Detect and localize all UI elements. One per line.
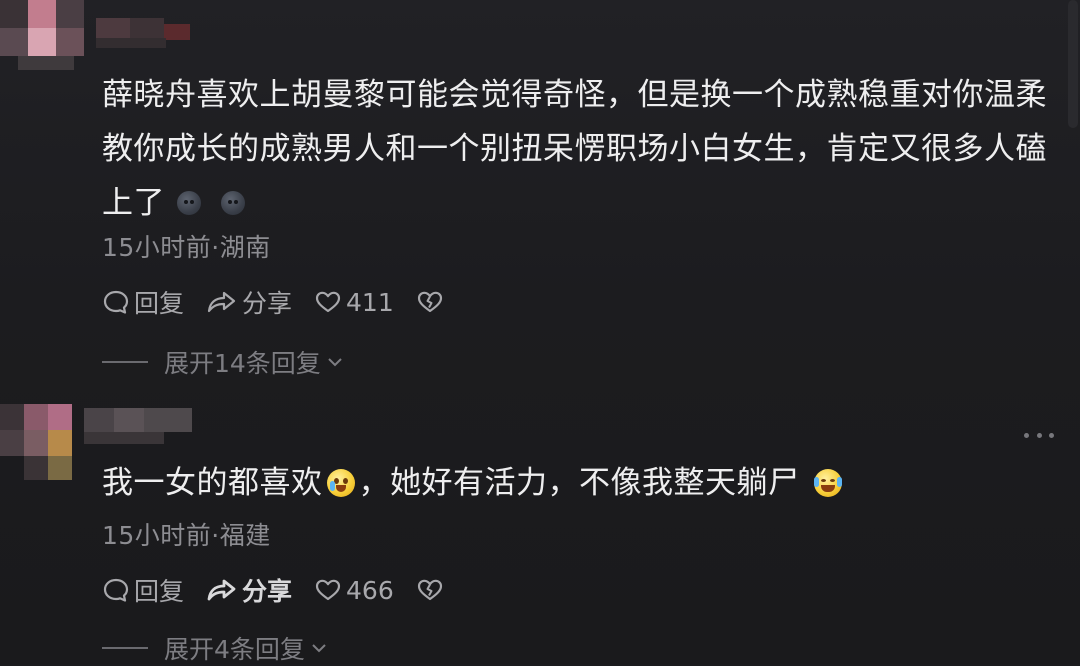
- share-icon: [207, 291, 236, 313]
- broken-heart-icon: [417, 291, 442, 313]
- reply-button[interactable]: 回复: [102, 572, 184, 608]
- share-button[interactable]: 分享: [206, 572, 292, 608]
- comment-body: 我一女的都喜欢: [102, 465, 323, 501]
- chevron-down-icon: [328, 358, 342, 367]
- broken-heart-icon: [417, 579, 442, 601]
- reply-label: 回复: [134, 289, 185, 318]
- divider: [102, 647, 148, 649]
- laughing-crying-emoji-icon: [813, 469, 842, 497]
- avatar[interactable]: [0, 0, 190, 70]
- expand-replies-button[interactable]: 展开4条回复: [102, 630, 329, 666]
- comment-meta: 15小时前·福建: [102, 521, 271, 550]
- comment-text: 薛晓舟喜欢上胡曼黎可能会觉得奇怪，但是换一个成熟稳重对你温柔教你成长的成熟男人和…: [102, 68, 1052, 230]
- dark-face-emoji-icon: [177, 191, 201, 215]
- share-label: 分享: [242, 289, 293, 318]
- dislike-button[interactable]: [416, 576, 448, 604]
- heart-icon: [315, 579, 341, 601]
- reply-icon: [103, 578, 129, 602]
- reply-label: 回复: [134, 577, 185, 606]
- comment-body-continued: ，她好有活力，不像我整天躺尸: [358, 465, 800, 501]
- comment-actions: 回复 分享 466: [102, 572, 470, 608]
- expand-replies-label: 展开14条回复: [164, 349, 321, 378]
- comment-meta: 15小时前·湖南: [102, 233, 271, 262]
- comment-item: 薛晓舟喜欢上胡曼黎可能会觉得奇怪，但是换一个成熟稳重对你温柔教你成长的成熟男人和…: [0, 0, 1080, 380]
- expand-replies-button[interactable]: 展开14条回复: [102, 344, 345, 380]
- more-options-icon[interactable]: [1024, 428, 1054, 442]
- comment-text: 我一女的都喜欢 ，她好有活力，不像我整天躺尸: [102, 456, 1052, 510]
- reply-button[interactable]: 回复: [102, 284, 184, 320]
- comment-actions: 回复 分享 411: [102, 284, 470, 320]
- expand-replies-label: 展开4条回复: [164, 635, 305, 664]
- share-icon: [207, 579, 236, 601]
- share-label: 分享: [242, 577, 293, 606]
- comment-item: 我一女的都喜欢 ，她好有活力，不像我整天躺尸 15小时前·福建 回复 分享 46…: [0, 390, 1080, 664]
- heart-icon: [315, 291, 341, 313]
- dark-face-emoji-icon: [221, 191, 245, 215]
- like-button[interactable]: 466: [314, 576, 394, 605]
- crying-face-emoji-icon: [326, 469, 355, 497]
- like-count: 466: [346, 575, 394, 605]
- reply-icon: [103, 290, 129, 314]
- like-count: 411: [346, 287, 394, 317]
- chevron-down-icon: [312, 644, 326, 653]
- divider: [102, 361, 148, 363]
- like-button[interactable]: 411: [314, 288, 394, 317]
- dislike-button[interactable]: [416, 288, 448, 316]
- comment-feed: 薛晓舟喜欢上胡曼黎可能会觉得奇怪，但是换一个成熟稳重对你温柔教你成长的成熟男人和…: [0, 0, 1080, 664]
- share-button[interactable]: 分享: [206, 284, 292, 320]
